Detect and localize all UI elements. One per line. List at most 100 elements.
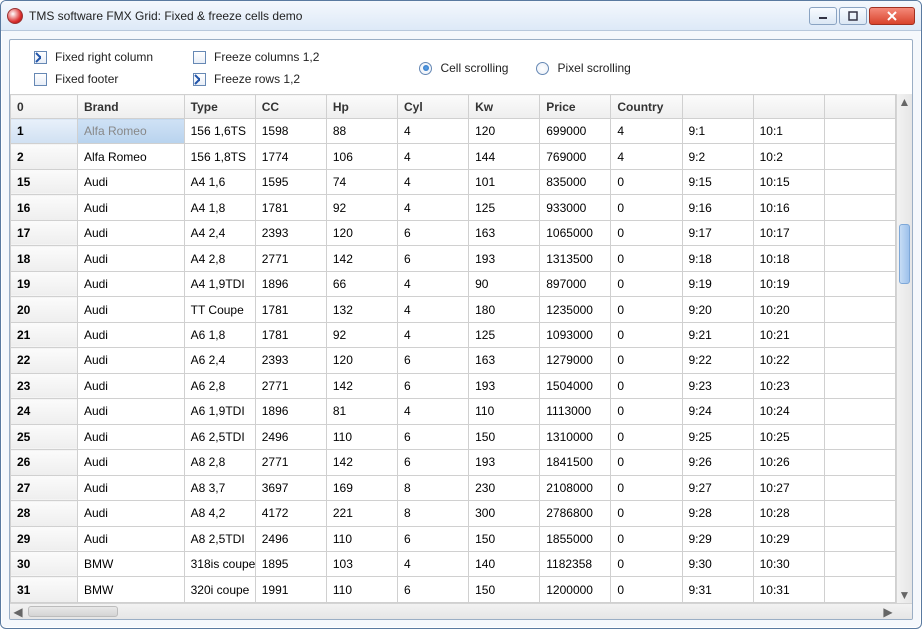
grid-cell[interactable]: A8 2,5TDI: [184, 526, 255, 551]
col-header[interactable]: [682, 95, 753, 119]
grid-cell[interactable]: 9:28: [682, 501, 753, 526]
close-button[interactable]: [869, 7, 915, 25]
grid-cell[interactable]: 1896: [255, 399, 326, 424]
grid-cell[interactable]: 1774: [255, 144, 326, 169]
grid-cell[interactable]: 150: [469, 577, 540, 603]
grid-cell[interactable]: A8 3,7: [184, 475, 255, 500]
col-header[interactable]: Type: [184, 95, 255, 119]
horizontal-scrollbar[interactable]: ◀ ▶: [10, 603, 912, 619]
table-row[interactable]: 25AudiA6 2,5TDI24961106150131000009:2510…: [11, 424, 896, 449]
grid-cell[interactable]: 21: [11, 322, 78, 347]
grid-cell[interactable]: 2393: [255, 348, 326, 373]
grid-cell[interactable]: 23: [11, 373, 78, 398]
grid-cell[interactable]: 0: [611, 220, 682, 245]
grid-cell[interactable]: 0: [611, 501, 682, 526]
grid-cell[interactable]: 132: [326, 297, 397, 322]
grid-cell[interactable]: 26: [11, 450, 78, 475]
grid-cell[interactable]: 1313500: [540, 246, 611, 271]
grid-cell[interactable]: 320i coupe: [184, 577, 255, 603]
grid-cell[interactable]: 120: [326, 348, 397, 373]
grid-cell[interactable]: 103: [326, 551, 397, 576]
grid-cell[interactable]: 0: [611, 169, 682, 194]
grid-cell[interactable]: 9:22: [682, 348, 753, 373]
grid-cell[interactable]: 92: [326, 322, 397, 347]
col-header[interactable]: Cyl: [398, 95, 469, 119]
grid-cell[interactable]: 0: [611, 399, 682, 424]
grid-cell[interactable]: [824, 450, 895, 475]
grid-cell[interactable]: 10:15: [753, 169, 824, 194]
grid-cell[interactable]: 4: [398, 399, 469, 424]
table-row[interactable]: 15AudiA4 1,6159574410183500009:1510:15: [11, 169, 896, 194]
grid-cell[interactable]: 0: [611, 577, 682, 603]
minimize-button[interactable]: [809, 7, 837, 25]
grid-cell[interactable]: 20: [11, 297, 78, 322]
grid-cell[interactable]: 1841500: [540, 450, 611, 475]
grid-cell[interactable]: 106: [326, 144, 397, 169]
grid-cell[interactable]: 0: [611, 450, 682, 475]
grid-cell[interactable]: 1855000: [540, 526, 611, 551]
grid-cell[interactable]: Alfa Romeo: [77, 119, 184, 144]
grid-cell[interactable]: 0: [611, 271, 682, 296]
grid-cell[interactable]: Audi: [77, 220, 184, 245]
grid-cell[interactable]: 4: [398, 119, 469, 144]
grid-cell[interactable]: 6: [398, 450, 469, 475]
grid-cell[interactable]: 120: [469, 119, 540, 144]
grid-cell[interactable]: 74: [326, 169, 397, 194]
col-header[interactable]: Kw: [469, 95, 540, 119]
grid-cell[interactable]: 897000: [540, 271, 611, 296]
grid-cell[interactable]: [824, 322, 895, 347]
table-row[interactable]: 23AudiA6 2,827711426193150400009:2310:23: [11, 373, 896, 398]
grid-cell[interactable]: Audi: [77, 169, 184, 194]
col-header[interactable]: Brand: [77, 95, 184, 119]
grid-cell[interactable]: A4 2,4: [184, 220, 255, 245]
table-row[interactable]: 27AudiA8 3,736971698230210800009:2710:27: [11, 475, 896, 500]
grid-cell[interactable]: 221: [326, 501, 397, 526]
grid-cell[interactable]: 1781: [255, 297, 326, 322]
table-row[interactable]: 22AudiA6 2,423931206163127900009:2210:22: [11, 348, 896, 373]
grid-cell[interactable]: 24: [11, 399, 78, 424]
grid-cell[interactable]: 10:20: [753, 297, 824, 322]
table-row[interactable]: 30BMW318is coupe18951034140118235809:301…: [11, 551, 896, 576]
grid-cell[interactable]: 163: [469, 220, 540, 245]
grid-cell[interactable]: [824, 551, 895, 576]
grid-cell[interactable]: A6 2,8: [184, 373, 255, 398]
grid-cell[interactable]: 10:1: [753, 119, 824, 144]
grid-cell[interactable]: 110: [326, 526, 397, 551]
col-header[interactable]: [824, 95, 895, 119]
grid-cell[interactable]: 9:18: [682, 246, 753, 271]
grid-cell[interactable]: 6: [398, 348, 469, 373]
table-row[interactable]: 24AudiA6 1,9TDI1896814110111300009:2410:…: [11, 399, 896, 424]
grid-cell[interactable]: [824, 220, 895, 245]
grid-cell[interactable]: 90: [469, 271, 540, 296]
grid-cell[interactable]: 120: [326, 220, 397, 245]
col-header[interactable]: 0: [11, 95, 78, 119]
grid-cell[interactable]: 169: [326, 475, 397, 500]
vertical-scroll-thumb[interactable]: [899, 224, 910, 284]
grid-cell[interactable]: A8 4,2: [184, 501, 255, 526]
grid-cell[interactable]: 1896: [255, 271, 326, 296]
radio-pixel-scrolling[interactable]: Pixel scrolling: [536, 61, 630, 75]
grid-cell[interactable]: 10:28: [753, 501, 824, 526]
grid-cell[interactable]: 142: [326, 450, 397, 475]
grid-cell[interactable]: 10:17: [753, 220, 824, 245]
grid-cell[interactable]: BMW: [77, 551, 184, 576]
grid-cell[interactable]: 6: [398, 424, 469, 449]
grid-cell[interactable]: 699000: [540, 119, 611, 144]
grid-cell[interactable]: A6 2,4: [184, 348, 255, 373]
grid-cell[interactable]: 4: [398, 322, 469, 347]
grid-cell[interactable]: 2771: [255, 373, 326, 398]
table-row[interactable]: 18AudiA4 2,827711426193131350009:1810:18: [11, 246, 896, 271]
grid-cell[interactable]: 193: [469, 246, 540, 271]
grid-cell[interactable]: 230: [469, 475, 540, 500]
grid-cell[interactable]: 4: [398, 144, 469, 169]
grid-cell[interactable]: 4172: [255, 501, 326, 526]
grid-cell[interactable]: 156 1,8TS: [184, 144, 255, 169]
vertical-scrollbar[interactable]: ▲ ▼: [896, 94, 912, 603]
grid-cell[interactable]: 10:25: [753, 424, 824, 449]
grid-cell[interactable]: 4: [398, 195, 469, 220]
grid-cell[interactable]: 150: [469, 526, 540, 551]
grid-cell[interactable]: Audi: [77, 450, 184, 475]
checkbox-fixed-footer[interactable]: Fixed footer: [34, 72, 153, 86]
grid-cell[interactable]: 81: [326, 399, 397, 424]
grid-cell[interactable]: [824, 501, 895, 526]
